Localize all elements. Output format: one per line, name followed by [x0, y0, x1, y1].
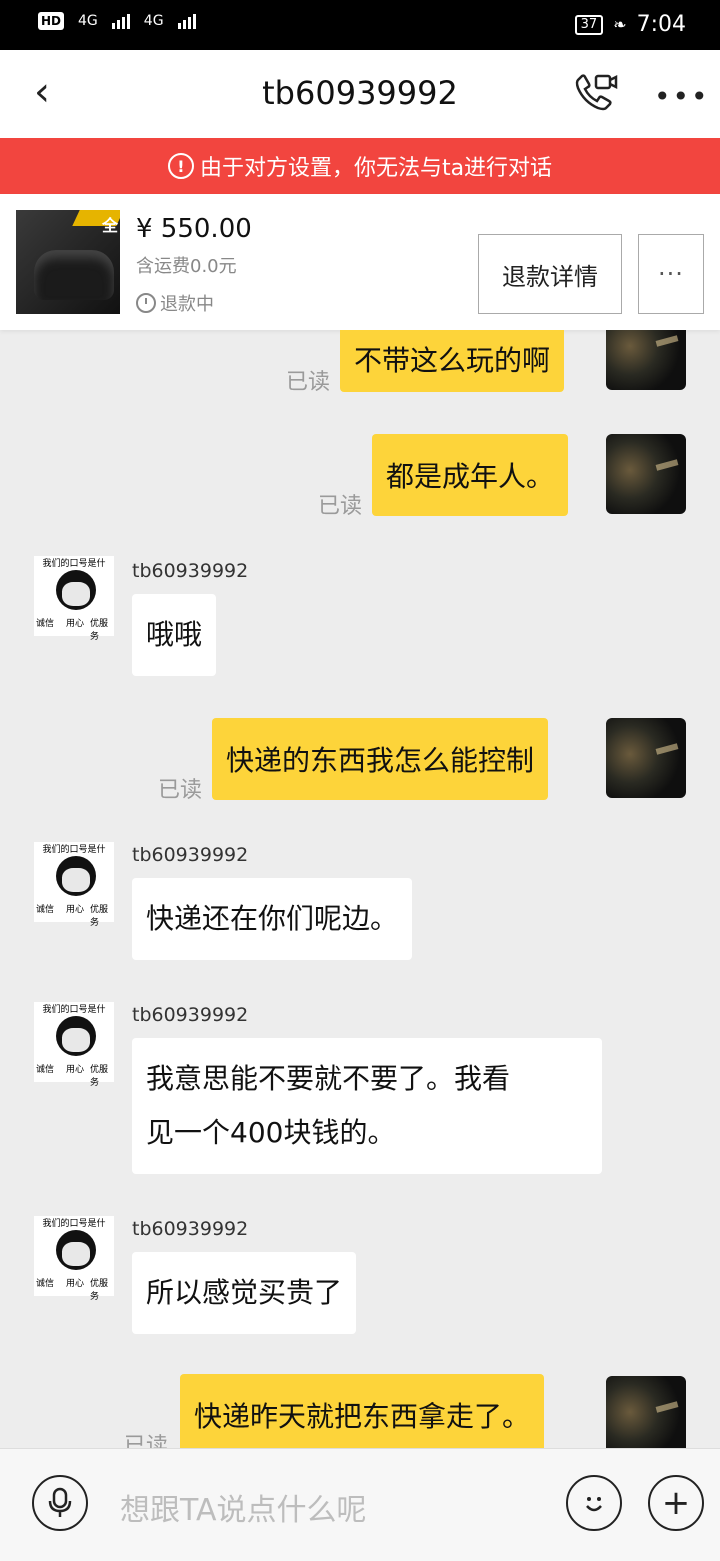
clock-icon [136, 293, 156, 313]
chat-list[interactable]: 已读 不带这么玩的啊 已读 都是成年人。 我们的口号是什么？ 诚信用心优服务 t… [0, 330, 720, 1448]
input-bar: 想跟TA说点什么呢 + [0, 1448, 720, 1561]
my-avatar[interactable] [606, 330, 686, 390]
order-price: ¥ 550.00 [136, 214, 252, 244]
order-more-button[interactable]: ··· [638, 234, 704, 314]
order-card[interactable]: 全 ¥ 550.00 含运费0.0元 退款中 退款详情 ··· [0, 194, 720, 330]
other-avatar[interactable]: 我们的口号是什么？ 诚信用心优服务 [34, 556, 114, 642]
leaf-icon: ❧ [613, 15, 627, 34]
message-bubble[interactable]: 快递的东西我怎么能控制 [212, 718, 549, 800]
clock-time: 7:04 [636, 12, 686, 37]
message-bubble[interactable]: 都是成年人。 [372, 434, 569, 516]
message-bubble[interactable]: 不带这么玩的啊 [340, 330, 565, 392]
read-receipt: 已读 [124, 1434, 169, 1448]
read-receipt: 已读 [158, 778, 203, 803]
other-avatar[interactable]: 我们的口号是什么？ 诚信用心优服务 [34, 1002, 114, 1088]
other-avatar[interactable]: 我们的口号是什么？ 诚信用心优服务 [34, 842, 114, 928]
emoji-icon[interactable] [566, 1475, 622, 1531]
refund-status-label: 退款中 [160, 294, 214, 315]
message-bubble[interactable]: 所以感觉买贵了 [132, 1252, 357, 1334]
message-line: 见一个400块钱的。 [146, 1116, 396, 1149]
message-bubble[interactable]: 哦哦 [132, 594, 217, 676]
warning-icon: ! [167, 153, 194, 179]
other-avatar[interactable]: 我们的口号是什么？ 诚信用心优服务 [34, 1216, 114, 1302]
signal-icon-2 [177, 13, 196, 29]
more-icon[interactable]: ••• [654, 80, 710, 113]
voice-icon[interactable] [32, 1475, 88, 1531]
message-bubble[interactable]: 快递还在你们呢边。 [132, 878, 413, 960]
read-receipt: 已读 [318, 494, 363, 519]
sender-name: tb60939992 [132, 844, 249, 866]
shipping-fee: 含运费0.0元 [136, 256, 237, 277]
message-bubble[interactable]: 快递昨天就把东西拿走了。 [180, 1374, 545, 1448]
thumb-text: 全 [101, 216, 118, 235]
my-avatar[interactable] [606, 434, 686, 514]
battery-icon: 37 [574, 14, 604, 35]
my-avatar[interactable] [606, 1376, 686, 1448]
sender-name: tb60939992 [132, 1218, 249, 1240]
restriction-banner: ! 由于对方设置，你无法与ta进行对话 [0, 138, 720, 194]
my-avatar[interactable] [606, 718, 686, 798]
read-receipt: 已读 [286, 370, 331, 395]
message-input[interactable]: 想跟TA说点什么呢 [120, 1485, 367, 1529]
product-thumbnail[interactable]: 全 [16, 210, 120, 314]
status-bar: HD 4G 4G 37 ❧ 7:04 [0, 0, 720, 50]
message-line: 我意思能不要就不要了。我看 [146, 1062, 511, 1095]
sender-name: tb60939992 [132, 560, 249, 582]
plus-icon[interactable]: + [648, 1475, 704, 1531]
signal-icon [111, 13, 130, 29]
network-1: 4G [78, 13, 98, 29]
banner-text: 由于对方设置，你无法与ta进行对话 [199, 156, 553, 181]
video-call-icon[interactable] [570, 70, 618, 118]
refund-status: 退款中 [136, 290, 214, 316]
sender-name: tb60939992 [132, 1004, 249, 1026]
refund-details-button[interactable]: 退款详情 [478, 234, 622, 314]
chat-header: ‹ tb60939992 ••• [0, 50, 720, 138]
message-bubble[interactable]: 我意思能不要就不要了。我看 见一个400块钱的。 [132, 1038, 602, 1174]
hd-indicator: HD [38, 12, 65, 30]
network-2: 4G [143, 13, 164, 29]
